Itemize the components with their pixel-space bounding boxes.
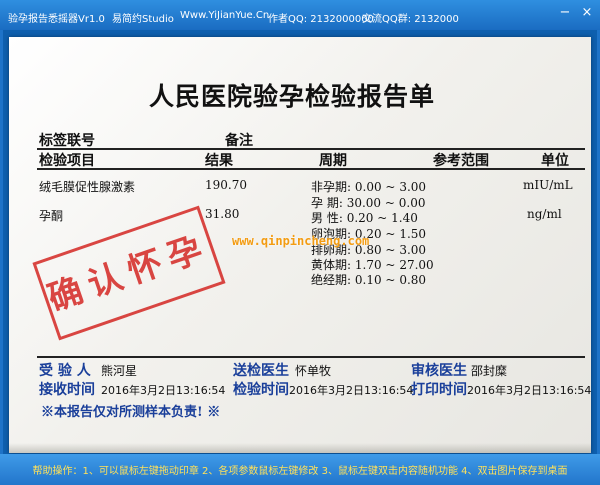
test-time-label: 检验时间 (233, 382, 289, 398)
range-low: 0.10 (354, 273, 382, 287)
row-hcg-result[interactable]: 190.70 (205, 178, 247, 192)
range-tilde: ~ (385, 258, 396, 272)
divider-top (37, 148, 585, 150)
header-unit: 单位 (541, 153, 569, 169)
row-progesterone-unit[interactable]: ng/ml (527, 207, 562, 221)
website-link[interactable]: Www.YiJianYue.Cn (180, 10, 269, 21)
range-tilde: ~ (385, 227, 396, 241)
test-time[interactable]: 2016年3月2日13:16:54 (289, 382, 413, 398)
author-qq: 作者QQ: 2132000000 (268, 14, 374, 25)
range-high: 3.00 (399, 243, 427, 257)
range-high: 1.40 (391, 211, 418, 225)
row-hcg-unit[interactable]: mIU/mL (523, 178, 573, 192)
range-tilde: ~ (385, 243, 396, 257)
range-tilde: ~ (385, 273, 396, 287)
range-high: 0.80 (399, 273, 427, 287)
divider-footer (37, 356, 585, 358)
range-label: 非孕期: (311, 180, 352, 194)
reviewer-name[interactable]: 邵封糜 (471, 362, 507, 379)
range-low: 0.00 (354, 180, 382, 194)
range-tilde: ~ (377, 211, 388, 225)
doctor-label: 送检医生 (233, 363, 289, 379)
reviewer-label: 审核医生 (411, 363, 467, 379)
range-high: 1.50 (399, 227, 427, 241)
row-hcg-item[interactable]: 绒毛膜促性腺激素 (39, 178, 135, 195)
group-qq: 交流QQ群: 2132000 (362, 14, 459, 25)
report-title: 人民医院验孕检验报告单 (149, 82, 436, 111)
range-high: 3.00 (399, 180, 427, 194)
range-tilde: ~ (385, 180, 396, 194)
receive-time[interactable]: 2016年3月2日13:16:54 (101, 382, 225, 398)
row-progesterone-item[interactable]: 孕酮 (39, 207, 63, 224)
range-row[interactable]: 绝经期: 0.10 ~ 0.80 (311, 271, 426, 288)
header-reference: 参考范围 (433, 153, 489, 169)
header-item: 检验项目 (39, 153, 95, 169)
range-label: 男 性: (311, 211, 343, 225)
divider-header (37, 168, 585, 170)
row-progesterone-result[interactable]: 31.80 (205, 207, 239, 221)
range-tilde: ~ (384, 196, 395, 210)
disclaimer: ※本报告仅对所测样本负责! ※ (41, 405, 221, 420)
range-label: 绝经期: (311, 273, 352, 287)
range-low: 30.00 (346, 196, 382, 210)
confirm-pregnancy-stamp[interactable]: 确认怀孕 (32, 205, 226, 341)
range-high: 0.00 (398, 196, 426, 210)
title-bar: 验孕报告悉摇器Vr1.0 易简约Studio Www.YiJianYue.Cn … (0, 0, 600, 30)
range-low: 1.70 (354, 258, 382, 272)
header-period: 周期 (319, 153, 347, 169)
range-low: 0.20 (346, 211, 374, 225)
label-id-heading: 标签联号 (39, 133, 95, 149)
range-high: 27.00 (399, 258, 434, 272)
range-row[interactable]: 非孕期: 0.00 ~ 3.00 (311, 178, 426, 195)
range-row[interactable]: 男 性: 0.20 ~ 1.40 (311, 209, 418, 226)
range-label: 黄体期: (311, 258, 352, 272)
doctor-name[interactable]: 怀单牧 (295, 362, 331, 379)
help-status-bar: 帮助操作：1、可以鼠标左键拖动印章 2、各项参数鼠标左键修改 3、鼠标左键双击内… (0, 454, 600, 485)
print-time-label: 打印时间 (411, 382, 467, 398)
minimize-icon[interactable]: − (558, 6, 572, 20)
receiver-name[interactable]: 熊河星 (101, 362, 137, 379)
remark-heading: 备注 (225, 133, 253, 149)
watermark-url: www.qinpincheng.com (232, 234, 370, 248)
receiver-label: 受 验 人 (39, 363, 91, 379)
print-time[interactable]: 2016年3月2日13:16:54 (467, 382, 591, 398)
paper-shadow (9, 443, 591, 453)
receive-time-label: 接收时间 (39, 382, 95, 398)
header-result: 结果 (205, 153, 233, 169)
close-icon[interactable]: × (580, 6, 594, 20)
help-text: 帮助操作：1、可以鼠标左键拖动印章 2、各项参数鼠标左键修改 3、鼠标左键双击内… (32, 466, 568, 477)
report-image[interactable]: 人民医院验孕检验报告单 标签联号 备注 检验项目 结果 周期 参考范围 单位 绒… (9, 37, 591, 453)
range-label: 孕 期: (311, 196, 343, 210)
app-title: 验孕报告悉摇器Vr1.0 (8, 14, 105, 25)
studio-name: 易简约Studio (112, 14, 174, 25)
